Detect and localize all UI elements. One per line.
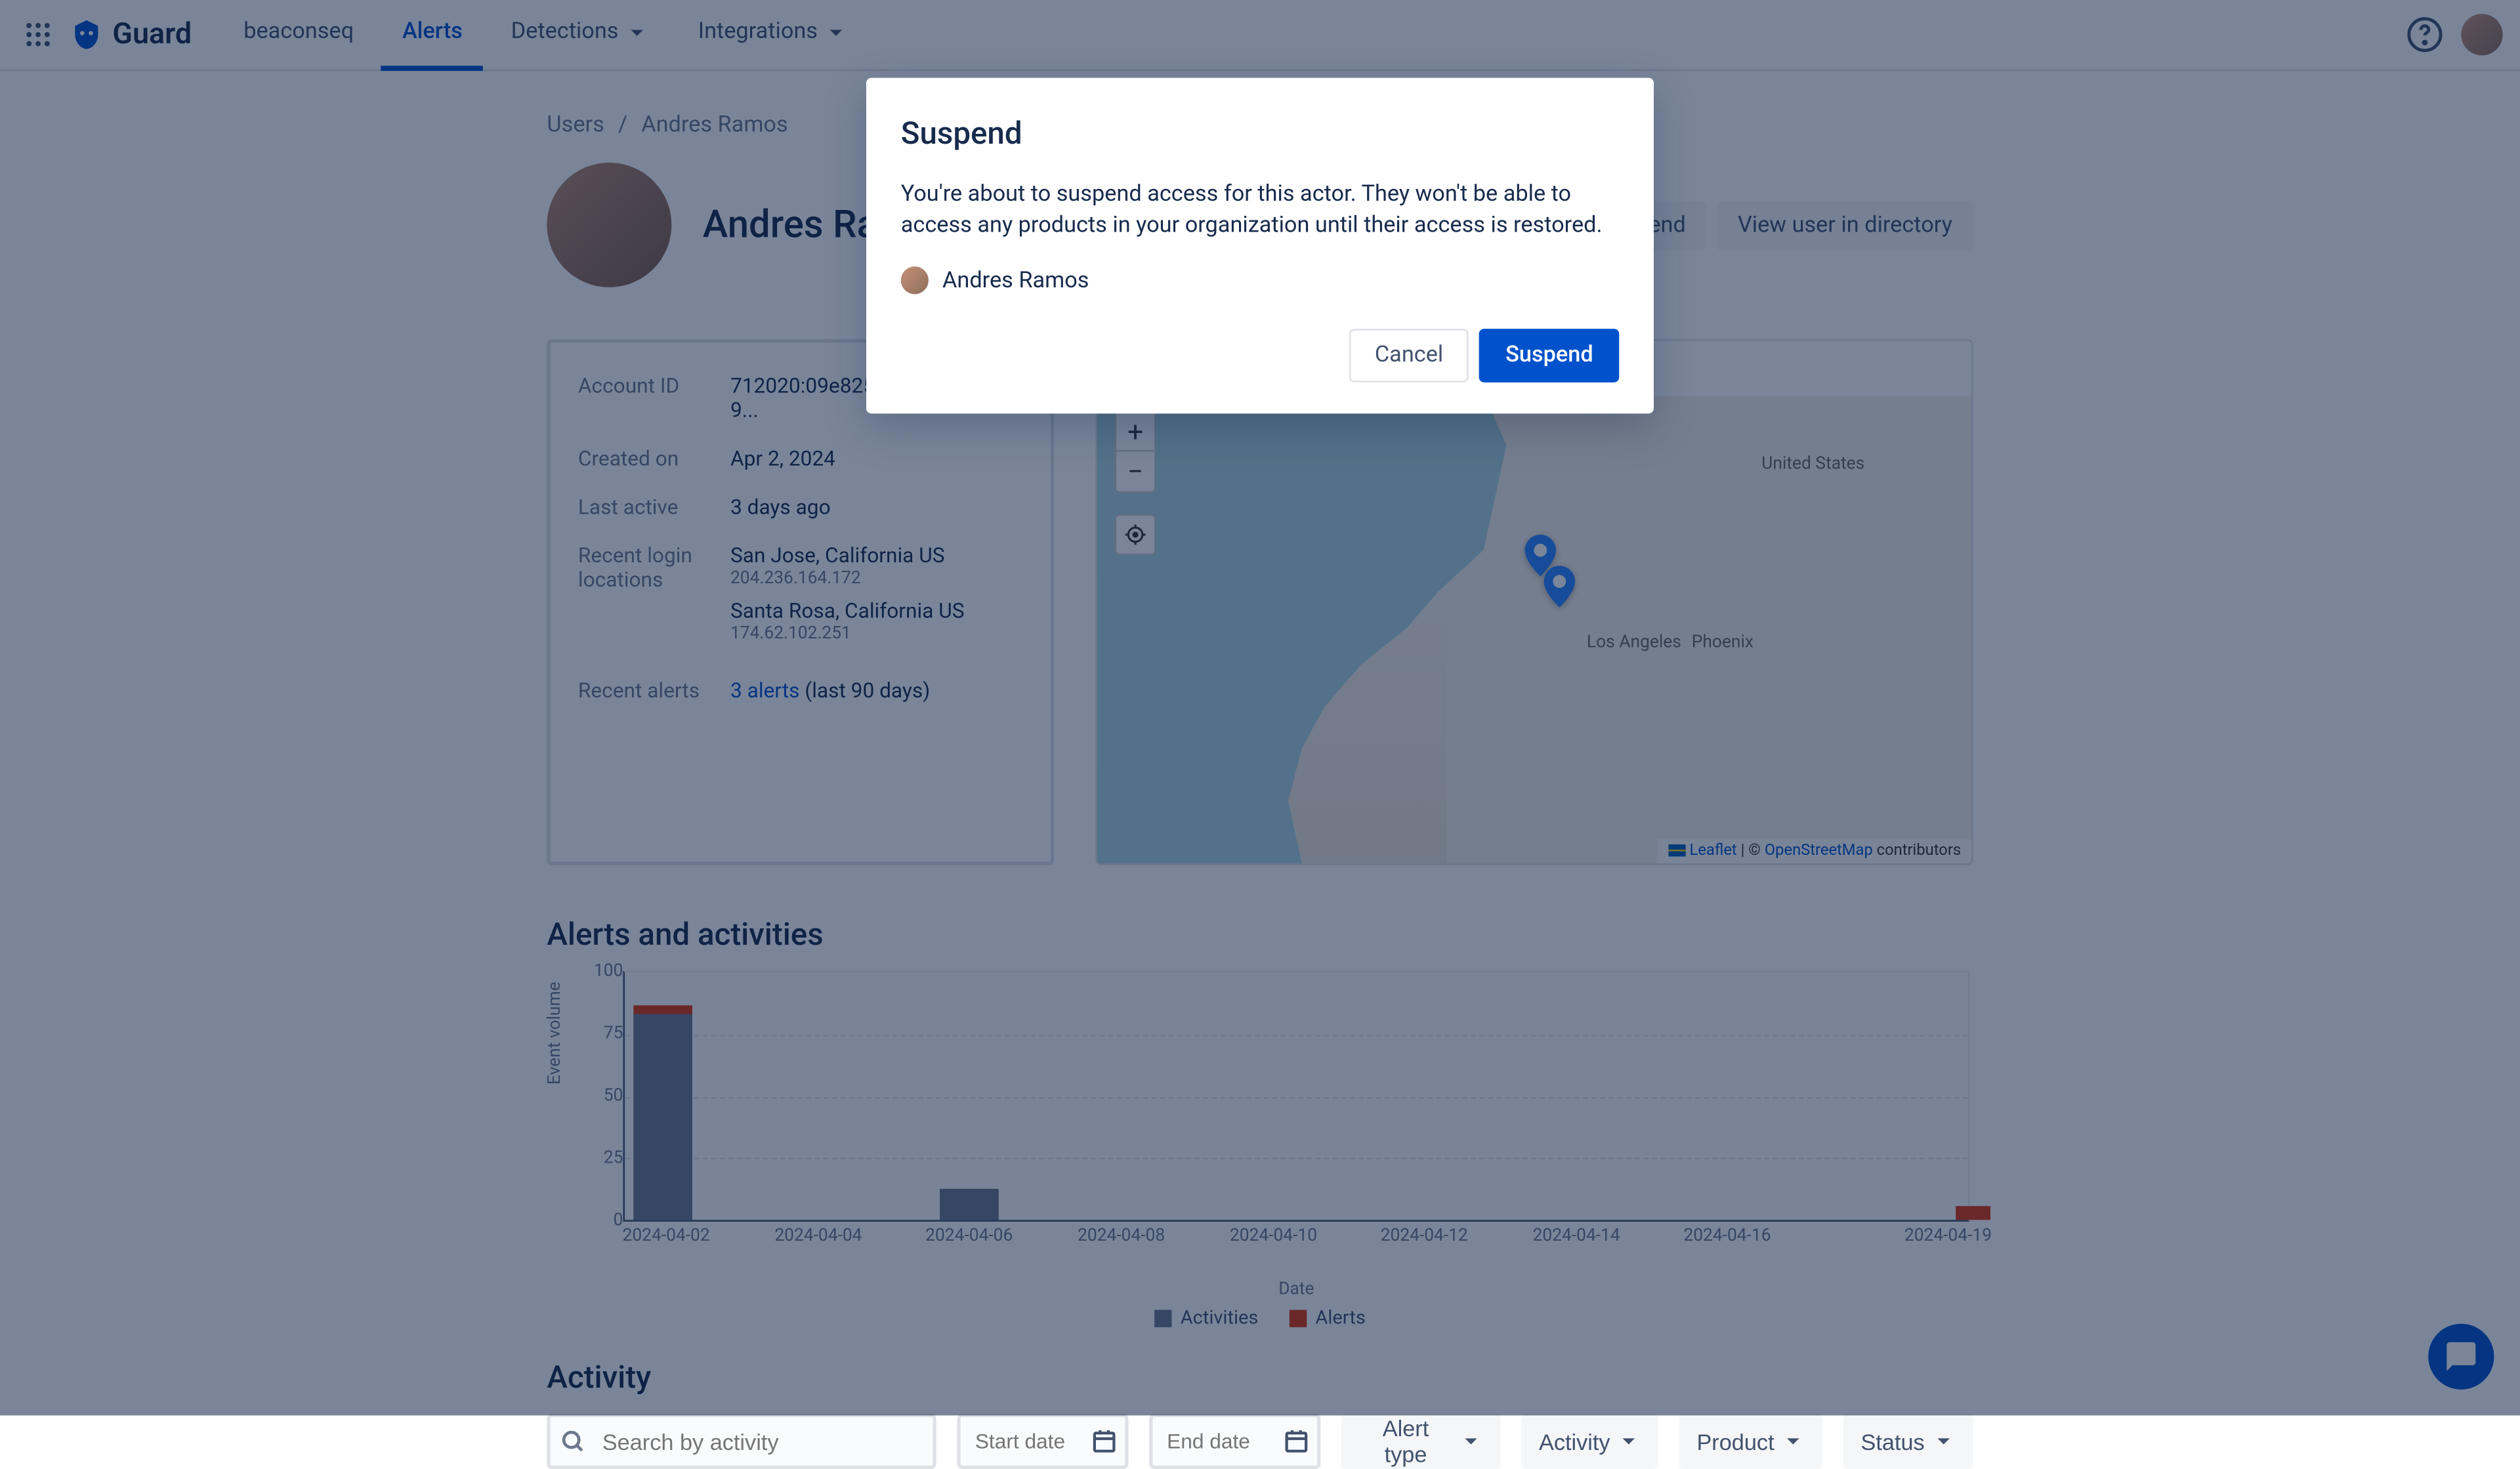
cancel-button[interactable]: Cancel <box>1349 329 1469 383</box>
modal-body: You're about to suspend access for this … <box>901 180 1620 243</box>
modal-title: Suspend <box>901 116 1620 152</box>
chevron-down-icon <box>1931 1429 1956 1453</box>
filter-activity[interactable]: Activity <box>1522 1414 1659 1469</box>
confirm-suspend-button[interactable]: Suspend <box>1480 329 1620 383</box>
search-input[interactable] <box>547 1414 936 1469</box>
chevron-down-icon <box>1460 1429 1483 1453</box>
end-date[interactable] <box>1150 1414 1321 1469</box>
calendar-icon <box>1282 1428 1310 1455</box>
suspend-modal: Suspend You're about to suspend access f… <box>866 78 1654 415</box>
chevron-down-icon <box>1617 1429 1641 1453</box>
filter-product[interactable]: Product <box>1679 1414 1822 1469</box>
start-date[interactable] <box>957 1414 1129 1469</box>
search-icon <box>561 1429 585 1453</box>
activity-search[interactable] <box>547 1414 936 1469</box>
filter-alert-type[interactable]: Alert type <box>1341 1414 1501 1469</box>
calendar-icon <box>1091 1428 1118 1455</box>
modal-user-name: Andres Ramos <box>942 268 1089 294</box>
chevron-down-icon <box>1781 1429 1805 1453</box>
modal-user: Andres Ramos <box>901 267 1620 295</box>
filter-status[interactable]: Status <box>1843 1414 1973 1469</box>
modal-user-avatar <box>901 267 929 295</box>
